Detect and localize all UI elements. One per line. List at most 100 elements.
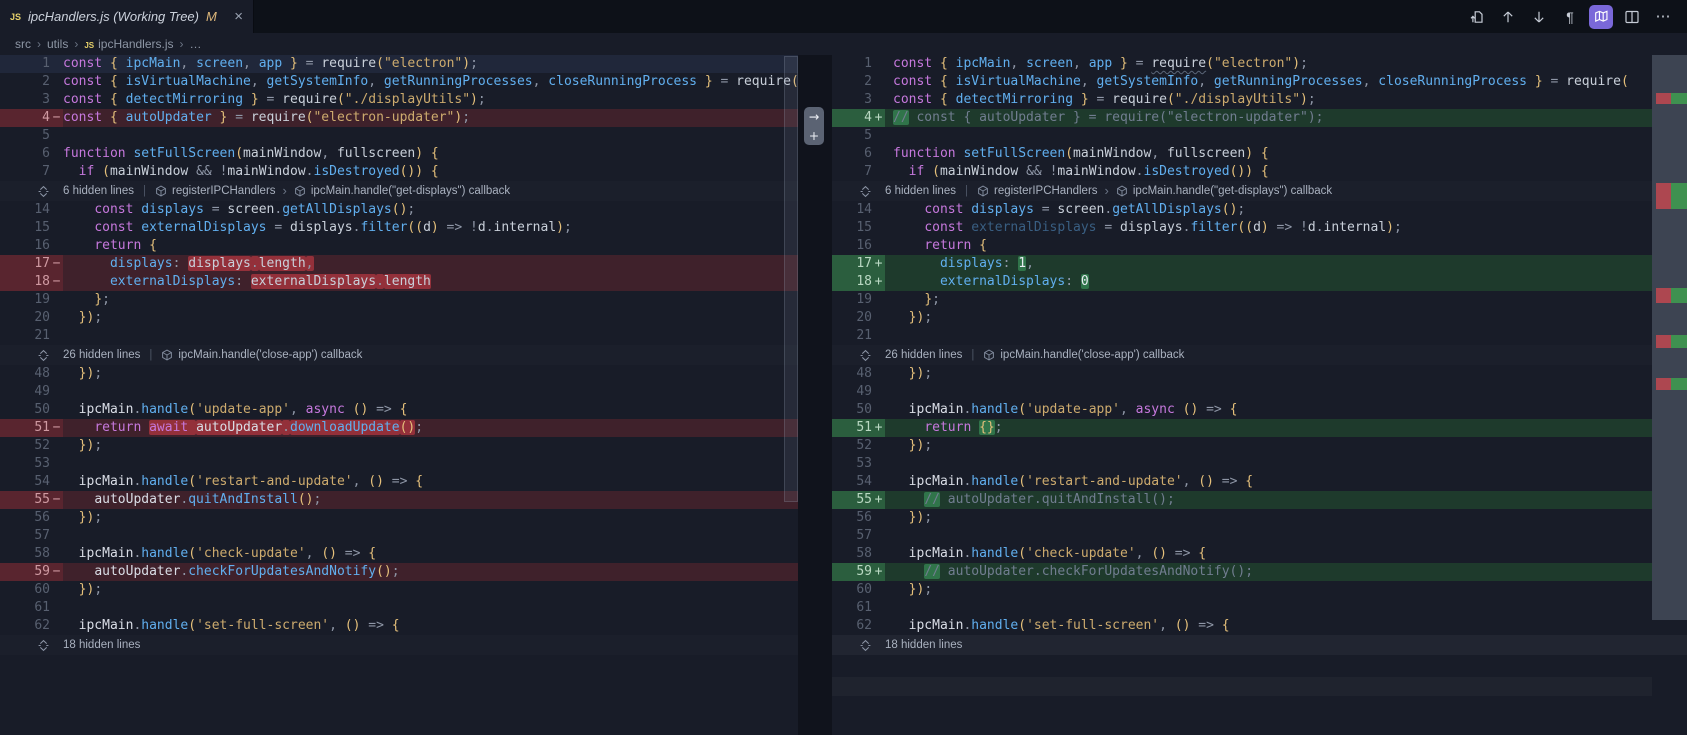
code-line-original-2[interactable]: 2 const { isVirtualMachine, getSystemInfo… bbox=[0, 73, 798, 91]
code-line-modified-4[interactable]: 4 + // const { autoUpdater } = require("el… bbox=[832, 109, 1687, 127]
code-line-original-15[interactable]: 15 const externalDisplays = displays.fil… bbox=[0, 219, 798, 237]
revert-block-button[interactable]: → bbox=[804, 107, 824, 126]
accept-block-button[interactable]: + bbox=[804, 126, 824, 145]
unfold-icon[interactable] bbox=[0, 639, 63, 652]
hidden-lines-row[interactable]: 6 hidden lines | registerIPCHandlers › ipcMa… bbox=[832, 181, 1687, 201]
unfold-icon[interactable] bbox=[832, 639, 885, 652]
code-line-original-50[interactable]: 50 ipcMain.handle('update-app', async ()… bbox=[0, 401, 798, 419]
collapse-unchanged-regions-toggle[interactable] bbox=[1589, 4, 1613, 29]
overview-ruler[interactable] bbox=[1652, 55, 1687, 620]
code-line-modified-51[interactable]: 51 + return {}; bbox=[832, 419, 1687, 437]
code-line-original-49[interactable]: 49 bbox=[0, 383, 798, 401]
code-line-original-60[interactable]: 60 }); bbox=[0, 581, 798, 599]
code-line-original-56[interactable]: 56 }); bbox=[0, 509, 798, 527]
code-line-original-58[interactable]: 58 ipcMain.handle('check-update', () => … bbox=[0, 545, 798, 563]
left-scrollbar-slider[interactable] bbox=[784, 56, 798, 502]
code-line-modified-59[interactable]: 59 + // autoUpdater.checkForUpdatesAndNot… bbox=[832, 563, 1687, 581]
hidden-lines-count[interactable]: 26 hidden lines bbox=[885, 345, 962, 365]
swap-sides-button[interactable] bbox=[1465, 5, 1489, 29]
code-line-original-54[interactable]: 54 ipcMain.handle('restart-and-update', … bbox=[0, 473, 798, 491]
code-line-modified-54[interactable]: 54 ipcMain.handle('restart-and-update', … bbox=[832, 473, 1687, 491]
code-line-modified-57[interactable]: 57 bbox=[832, 527, 1687, 545]
code-line-original-18[interactable]: 18− externalDisplays: externalDisplays.l… bbox=[0, 273, 798, 291]
unfold-icon[interactable] bbox=[0, 185, 63, 198]
code-line-original-57[interactable]: 57 bbox=[0, 527, 798, 545]
code-line-modified-52[interactable]: 52 }); bbox=[832, 437, 1687, 455]
horizontal-scrollbar[interactable] bbox=[832, 677, 1652, 696]
unfold-icon[interactable] bbox=[832, 349, 885, 362]
hidden-lines-count[interactable]: 18 hidden lines bbox=[885, 635, 962, 655]
code-line-modified-61[interactable]: 61 bbox=[832, 599, 1687, 617]
code-line-original-55[interactable]: 55− autoUpdater.quitAndInstall(); bbox=[0, 491, 798, 509]
code-line-modified-60[interactable]: 60 }); bbox=[832, 581, 1687, 599]
tab-ipchandlers[interactable]: JS ipcHandlers.js (Working Tree) M × bbox=[0, 0, 254, 33]
breadcrumb-item[interactable]: JS ipcHandlers.js bbox=[84, 37, 173, 51]
code-line-original-61[interactable]: 61 bbox=[0, 599, 798, 617]
code-line-modified-20[interactable]: 20 }); bbox=[832, 309, 1687, 327]
show-whitespace-toggle[interactable]: ¶ bbox=[1558, 5, 1582, 29]
code-line-modified-56[interactable]: 56 }); bbox=[832, 509, 1687, 527]
code-line-original-59[interactable]: 59− autoUpdater.checkForUpdatesAndNotify… bbox=[0, 563, 798, 581]
code-line-original-4[interactable]: 4− const { autoUpdater } = require("elect… bbox=[0, 109, 798, 127]
code-line-original-52[interactable]: 52 }); bbox=[0, 437, 798, 455]
code-line-original-3[interactable]: 3 const { detectMirroring } = require("./… bbox=[0, 91, 798, 109]
code-line-modified-19[interactable]: 19 }; bbox=[832, 291, 1687, 309]
code-line-modified-1[interactable]: 1 const { ipcMain, screen, app } = requir… bbox=[832, 55, 1687, 73]
code-line-original-53[interactable]: 53 bbox=[0, 455, 798, 473]
code-line-modified-18[interactable]: 18 + externalDisplays: 0 bbox=[832, 273, 1687, 291]
code-line-modified-62[interactable]: 62 ipcMain.handle('set-full-screen', () … bbox=[832, 617, 1687, 635]
hidden-lines-count[interactable]: 6 hidden lines bbox=[885, 181, 956, 201]
code-line-original-17[interactable]: 17− displays: displays.length, bbox=[0, 255, 798, 273]
code-line-original-5[interactable]: 5 bbox=[0, 127, 798, 145]
code-line-modified-50[interactable]: 50 ipcMain.handle('update-app', async ()… bbox=[832, 401, 1687, 419]
previous-change-button[interactable] bbox=[1496, 5, 1520, 29]
code-line-modified-17[interactable]: 17 + displays: 1, bbox=[832, 255, 1687, 273]
code-line-modified-7[interactable]: 7 if (mainWindow && !mainWindow.isDestro… bbox=[832, 163, 1687, 181]
outline-symbol[interactable]: registerIPCHandlers bbox=[977, 181, 1098, 201]
hidden-lines-count[interactable]: 6 hidden lines bbox=[63, 181, 134, 201]
code-line-modified-15[interactable]: 15 const externalDisplays = displays.fil… bbox=[832, 219, 1687, 237]
outline-symbol[interactable]: ipcMain.handle("get-displays") callback bbox=[1116, 181, 1332, 201]
code-line-modified-58[interactable]: 58 ipcMain.handle('check-update', () => … bbox=[832, 545, 1687, 563]
breadcrumb-item[interactable]: utils bbox=[47, 37, 68, 51]
outline-symbol[interactable]: registerIPCHandlers bbox=[155, 181, 276, 201]
hidden-lines-row[interactable]: 26 hidden lines | ipcMain.handle('close-ap… bbox=[832, 345, 1687, 365]
code-line-original-19[interactable]: 19 }; bbox=[0, 291, 798, 309]
hidden-lines-row[interactable]: 26 hidden lines | ipcMain.handle('close-ap… bbox=[0, 345, 798, 365]
hidden-lines-count[interactable]: 26 hidden lines bbox=[63, 345, 140, 365]
outline-symbol[interactable]: ipcMain.handle("get-displays") callback bbox=[294, 181, 510, 201]
hidden-lines-count[interactable]: 18 hidden lines bbox=[63, 635, 140, 655]
hidden-lines-row[interactable]: 6 hidden lines | registerIPCHandlers › ipcMa… bbox=[0, 181, 798, 201]
breadcrumb-item[interactable]: src bbox=[15, 37, 31, 51]
code-line-modified-48[interactable]: 48 }); bbox=[832, 365, 1687, 383]
more-actions-button[interactable]: ⋯ bbox=[1651, 5, 1675, 29]
breadcrumb-item[interactable]: … bbox=[190, 37, 202, 51]
hidden-lines-row[interactable]: 18 hidden lines bbox=[832, 635, 1687, 655]
code-line-modified-53[interactable]: 53 bbox=[832, 455, 1687, 473]
outline-symbol[interactable]: ipcMain.handle('close-app') callback bbox=[983, 345, 1184, 365]
close-icon[interactable]: × bbox=[234, 9, 243, 24]
code-line-original-62[interactable]: 62 ipcMain.handle('set-full-screen', () … bbox=[0, 617, 798, 635]
code-line-original-48[interactable]: 48 }); bbox=[0, 365, 798, 383]
code-line-modified-16[interactable]: 16 return { bbox=[832, 237, 1687, 255]
code-line-original-6[interactable]: 6 function setFullScreen(mainWindow, full… bbox=[0, 145, 798, 163]
code-line-modified-55[interactable]: 55 + // autoUpdater.quitAndInstall(); bbox=[832, 491, 1687, 509]
code-line-original-21[interactable]: 21 bbox=[0, 327, 798, 345]
code-line-original-14[interactable]: 14 const displays = screen.getAllDisplay… bbox=[0, 201, 798, 219]
code-line-modified-6[interactable]: 6 function setFullScreen(mainWindow, full… bbox=[832, 145, 1687, 163]
code-line-modified-5[interactable]: 5 bbox=[832, 127, 1687, 145]
code-line-original-7[interactable]: 7 if (mainWindow && !mainWindow.isDestro… bbox=[0, 163, 798, 181]
code-line-modified-21[interactable]: 21 bbox=[832, 327, 1687, 345]
code-line-modified-49[interactable]: 49 bbox=[832, 383, 1687, 401]
code-line-modified-14[interactable]: 14 const displays = screen.getAllDisplay… bbox=[832, 201, 1687, 219]
hidden-lines-row[interactable]: 18 hidden lines bbox=[0, 635, 798, 655]
unfold-icon[interactable] bbox=[832, 185, 885, 198]
code-line-original-51[interactable]: 51− return await autoUpdater.downloadUpd… bbox=[0, 419, 798, 437]
next-change-button[interactable] bbox=[1527, 5, 1551, 29]
unfold-icon[interactable] bbox=[0, 349, 63, 362]
outline-symbol[interactable]: ipcMain.handle('close-app') callback bbox=[161, 345, 362, 365]
code-line-modified-2[interactable]: 2 const { isVirtualMachine, getSystemInfo… bbox=[832, 73, 1687, 91]
code-line-original-16[interactable]: 16 return { bbox=[0, 237, 798, 255]
code-line-original-20[interactable]: 20 }); bbox=[0, 309, 798, 327]
code-line-original-1[interactable]: 1 const { ipcMain, screen, app } = requir… bbox=[0, 55, 798, 73]
